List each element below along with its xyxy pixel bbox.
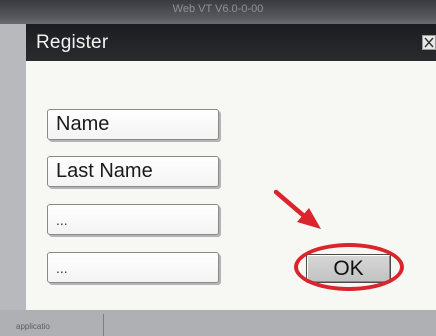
last-name-field[interactable]: Last Name xyxy=(47,156,219,187)
status-divider xyxy=(103,314,104,336)
name-field[interactable]: Name xyxy=(47,109,219,140)
register-dialog: Register Name Last Name ... ... OK xyxy=(26,24,436,310)
dialog-title-bar: Register xyxy=(26,24,436,61)
window-title: Web VT V6.0-0-00 xyxy=(172,3,264,15)
window-title-bar: Web VT V6.0-0-00 xyxy=(0,0,436,24)
dialog-title: Register xyxy=(36,32,109,53)
extra-field-2[interactable]: ... xyxy=(47,252,219,283)
extra-field-1[interactable]: ... xyxy=(47,204,219,235)
close-icon[interactable] xyxy=(422,35,436,50)
status-bar-label: applicatio xyxy=(16,322,50,331)
ok-highlight-ring xyxy=(294,243,404,291)
status-bar: applicatio xyxy=(0,310,436,336)
